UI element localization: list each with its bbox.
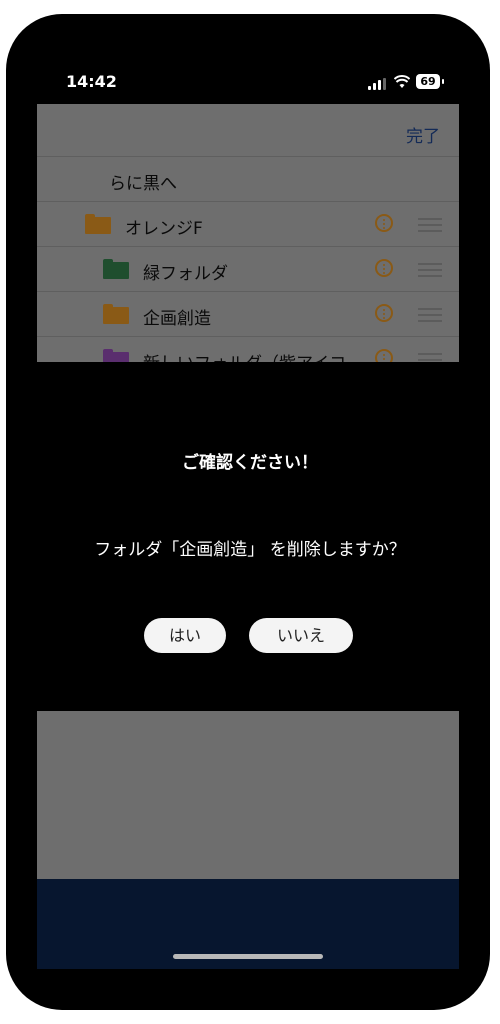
folder-label: 緑フォルダ	[143, 264, 228, 284]
battery-icon: 69	[416, 74, 440, 89]
more-info-icon[interactable]	[375, 304, 393, 322]
folder-label: 新しいフォルダ（紫アイコ	[143, 349, 346, 362]
background-content	[37, 711, 459, 879]
list-item[interactable]: オレンジF	[37, 201, 459, 246]
yes-button[interactable]: はい	[144, 618, 226, 653]
battery-tip	[442, 79, 444, 84]
status-time: 14:42	[66, 72, 117, 91]
home-indicator[interactable]	[173, 954, 323, 959]
dialog-title: ご確認ください！	[182, 453, 318, 473]
folder-icon	[103, 349, 129, 362]
more-info-icon[interactable]	[375, 214, 393, 232]
done-button[interactable]: 完了	[406, 122, 440, 147]
more-info-icon[interactable]	[375, 349, 393, 362]
folder-icon	[103, 304, 129, 324]
list-item[interactable]: 企画創造	[37, 291, 459, 336]
list-item[interactable]: らに黒へ	[37, 156, 459, 201]
drag-handle-icon[interactable]	[418, 308, 442, 322]
folder-icon	[85, 214, 111, 234]
folder-icon	[103, 259, 129, 279]
folder-label: らに黒へ	[109, 174, 177, 194]
drag-handle-icon[interactable]	[418, 353, 442, 362]
phone-frame: 14:42 69 完了 らに黒へ オレンジF 緑フォルダ 企画創造	[6, 14, 490, 1010]
drag-handle-icon[interactable]	[418, 218, 442, 232]
drag-handle-icon[interactable]	[418, 263, 442, 277]
list-item[interactable]: 緑フォルダ	[37, 246, 459, 291]
cellular-signal-icon	[368, 78, 386, 90]
wifi-icon	[394, 75, 410, 88]
list-item[interactable]: 新しいフォルダ（紫アイコ	[37, 336, 459, 362]
no-button[interactable]: いいえ	[249, 618, 353, 653]
folder-label: オレンジF	[125, 219, 203, 239]
status-bar: 14:42 69	[6, 14, 490, 104]
folder-list-sheet: 完了 らに黒へ オレンジF 緑フォルダ 企画創造	[37, 104, 459, 362]
folder-label: 企画創造	[143, 309, 211, 329]
dialog-message: フォルダ「企画創造」 を削除しますか？	[94, 540, 406, 560]
more-info-icon[interactable]	[375, 259, 393, 277]
